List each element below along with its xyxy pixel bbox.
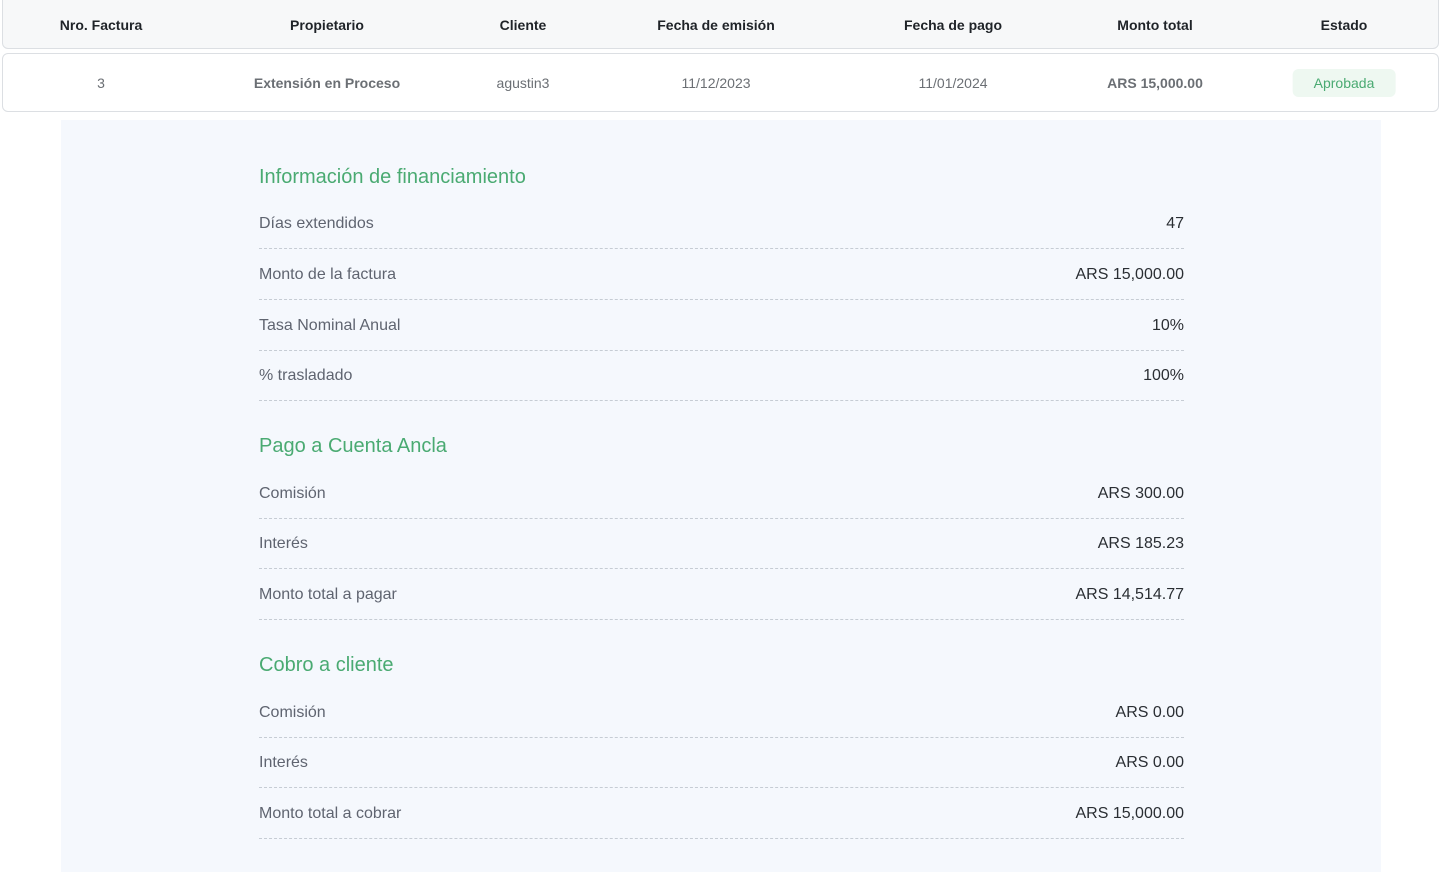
detail-value: ARS 185.23 (1097, 534, 1184, 552)
column-header-issue-date[interactable]: Fecha de emisión (657, 0, 774, 48)
detail-label: Interés (259, 753, 308, 771)
detail-row-client-interest: Interés ARS 0.00 (259, 738, 1184, 788)
anchor-payment-section-title: Pago a Cuenta Ancla (259, 435, 447, 457)
cell-payment-date: 11/01/2024 (918, 74, 988, 91)
detail-row-annual-rate: Tasa Nominal Anual 10% (259, 301, 1184, 351)
cell-issue-date: 11/12/2023 (681, 74, 751, 91)
cell-client: agustin3 (496, 74, 550, 91)
detail-row-anchor-interest: Interés ARS 185.23 (259, 519, 1184, 569)
column-header-total-amount[interactable]: Monto total (1117, 0, 1192, 48)
detail-label: % trasladado (259, 366, 353, 384)
cell-owner: Extensión en Proceso (253, 74, 401, 91)
detail-label: Monto de la factura (259, 265, 396, 283)
financing-section-title: Información de financiamiento (259, 166, 526, 188)
column-header-client[interactable]: Cliente (500, 0, 547, 48)
detail-row-invoice-amount: Monto de la factura ARS 15,000.00 (259, 250, 1184, 300)
detail-row-client-commission: Comisión ARS 0.00 (259, 688, 1184, 738)
detail-value: ARS 0.00 (1115, 703, 1184, 721)
detail-value: 100% (1143, 366, 1184, 384)
detail-value: ARS 15,000.00 (1075, 804, 1184, 822)
column-header-payment-date[interactable]: Fecha de pago (904, 0, 1002, 48)
detail-label: Comisión (259, 703, 326, 721)
detail-label: Monto total a pagar (259, 585, 397, 603)
detail-row-client-total: Monto total a cobrar ARS 15,000.00 (259, 789, 1184, 839)
column-header-owner[interactable]: Propietario (290, 0, 364, 48)
detail-value: 10% (1151, 316, 1184, 334)
detail-row-anchor-commission: Comisión ARS 300.00 (259, 469, 1184, 519)
invoice-detail-panel: Información de financiamiento Días exten… (61, 120, 1381, 872)
detail-row-transferred-percent: % trasladado 100% (259, 351, 1184, 401)
detail-value: ARS 15,000.00 (1075, 265, 1184, 283)
status-badge: Aprobada (1292, 68, 1396, 97)
detail-label: Comisión (259, 484, 326, 502)
detail-label: Días extendidos (259, 214, 374, 232)
detail-row-extended-days: Días extendidos 47 (259, 199, 1184, 249)
detail-value: ARS 300.00 (1097, 484, 1184, 502)
detail-label: Tasa Nominal Anual (259, 316, 401, 334)
cell-invoice-number: 3 (97, 74, 105, 91)
cell-status: Aprobada (1292, 54, 1396, 111)
detail-row-anchor-total: Monto total a pagar ARS 14,514.77 (259, 570, 1184, 620)
client-charge-section-title: Cobro a cliente (259, 654, 394, 676)
detail-value: 47 (1166, 214, 1184, 232)
detail-value: ARS 14,514.77 (1075, 585, 1184, 603)
table-row[interactable]: 3 Extensión en Proceso agustin3 11/12/20… (2, 53, 1439, 112)
table-header: Nro. Factura Propietario Cliente Fecha d… (2, 0, 1439, 49)
detail-value: ARS 0.00 (1115, 753, 1184, 771)
cell-total-amount: ARS 15,000.00 (1107, 74, 1203, 91)
column-header-invoice-number[interactable]: Nro. Factura (60, 0, 142, 48)
detail-label: Interés (259, 534, 308, 552)
column-header-status[interactable]: Estado (1321, 0, 1368, 48)
detail-label: Monto total a cobrar (259, 804, 402, 822)
